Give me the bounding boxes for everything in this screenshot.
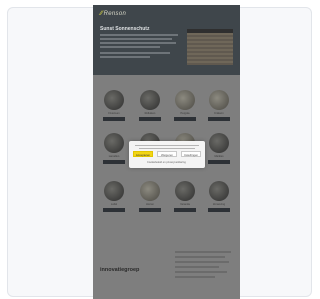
product-card[interactable]: Markies	[203, 133, 235, 164]
product-card[interactable]: Fixscreen	[98, 90, 130, 121]
hero-banner: ⁄⁄Renson Sunst Sonnenschutz	[93, 5, 240, 75]
product-card[interactable]: Knikarm	[203, 90, 235, 121]
product-button[interactable]	[208, 117, 230, 121]
footer-text-line	[175, 271, 227, 273]
product-label: Pergola	[180, 112, 190, 115]
product-image	[175, 90, 195, 110]
product-image	[209, 133, 229, 153]
product-label: Markies	[214, 155, 224, 158]
product-card[interactable]: Horren	[134, 181, 166, 212]
hero-text-line	[100, 52, 170, 54]
product-label: Zonwering	[212, 203, 226, 206]
product-button[interactable]	[139, 117, 161, 121]
product-button[interactable]	[103, 117, 125, 121]
product-card[interactable]: Rolluiken	[134, 90, 166, 121]
product-label: Horren	[146, 203, 154, 206]
product-card[interactable]: Zonwering	[203, 181, 235, 212]
product-button[interactable]	[208, 208, 230, 212]
product-card[interactable]: Lamellen	[98, 133, 130, 164]
footer-text-line	[175, 251, 231, 253]
hero-text-line	[100, 46, 160, 48]
hero-text-line	[100, 42, 176, 44]
hero-text-line	[100, 38, 172, 40]
dialog-text-line	[139, 148, 195, 150]
product-image	[104, 90, 124, 110]
product-button[interactable]	[174, 208, 196, 212]
product-label: Lamellen	[108, 155, 120, 158]
footer-text-line	[175, 266, 219, 268]
product-button[interactable]	[208, 160, 230, 164]
product-button[interactable]	[103, 160, 125, 164]
footer-text-line	[175, 261, 229, 263]
product-label: Veranda	[180, 203, 190, 206]
product-image	[104, 181, 124, 201]
product-image	[175, 181, 195, 201]
product-card[interactable]: Luifel	[98, 181, 130, 212]
product-label: Fixscreen	[108, 112, 120, 115]
product-label: Luifel	[110, 203, 118, 206]
product-button[interactable]	[174, 117, 196, 121]
product-image	[209, 181, 229, 201]
product-card[interactable]: Veranda	[169, 181, 201, 212]
cookie-consent-dialog: Accepteren Weigeren Instellingen Cookieb…	[129, 141, 205, 168]
footer-logo[interactable]: innovatiegroep	[100, 267, 139, 273]
hero-title: Sunst Sonnenschutz	[100, 26, 150, 32]
product-button[interactable]	[139, 208, 161, 212]
product-button[interactable]	[103, 208, 125, 212]
site-logo[interactable]: ⁄⁄Renson	[100, 11, 126, 17]
product-label: Knikarm	[214, 112, 224, 115]
footer-text-line	[175, 256, 225, 258]
product-image	[104, 133, 124, 153]
product-image	[209, 90, 229, 110]
product-card[interactable]: Pergola	[169, 90, 201, 121]
product-image	[140, 181, 160, 201]
dialog-text-line	[135, 145, 199, 147]
footer-text-line	[175, 276, 215, 278]
accept-cookies-button[interactable]: Accepteren	[133, 151, 153, 157]
cookie-policy-link[interactable]: Cookiebeleid en privacyverklaring	[147, 161, 186, 164]
product-label: Rolluiken	[144, 112, 156, 115]
hero-text-line	[100, 56, 150, 58]
product-image	[140, 90, 160, 110]
hero-image	[187, 29, 233, 65]
reject-cookies-button[interactable]: Weigeren	[157, 151, 177, 157]
logo-mark-icon: ⁄⁄	[100, 11, 103, 17]
hero-text-line	[100, 34, 178, 36]
cookie-settings-button[interactable]: Instellingen	[181, 151, 201, 157]
